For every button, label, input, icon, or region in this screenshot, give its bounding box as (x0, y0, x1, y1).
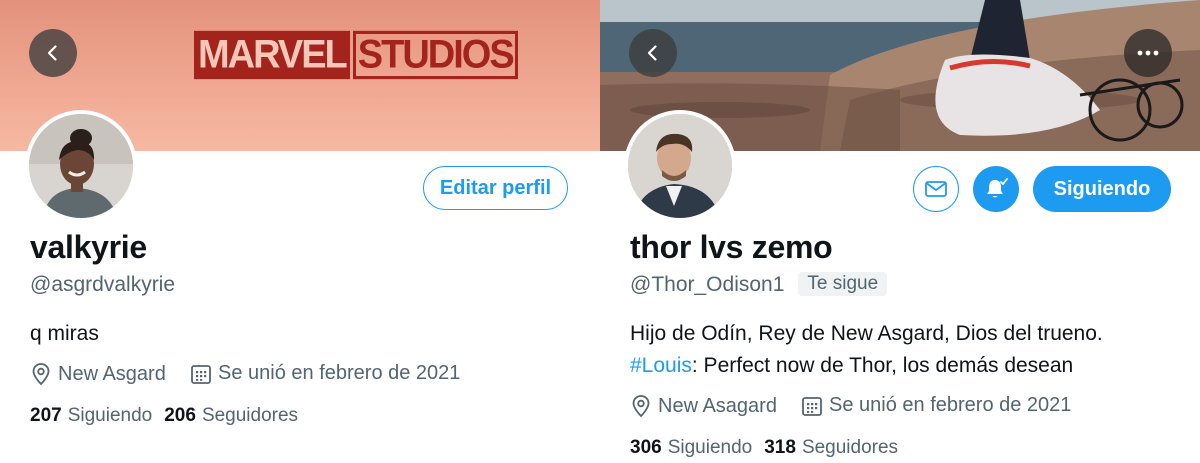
followers-link[interactable]: 318 Seguidores (764, 437, 898, 459)
hashtag-link[interactable]: #Louis (630, 354, 692, 377)
marvel-studios-logo: MARVEL STUDIOS (194, 30, 518, 80)
notifications-button[interactable] (973, 166, 1019, 212)
profile-handle: @asgrdvalkyrie (30, 273, 176, 296)
profile-handle: @Thor_Odison1 (630, 273, 785, 296)
left-profile-panel: MARVEL STUDIOS Editar perfil valkyrie @a… (0, 0, 600, 463)
back-button[interactable] (29, 29, 77, 77)
avatar-image (29, 114, 133, 218)
follows-you-badge: Te sigue (798, 272, 888, 296)
calendar-icon (802, 396, 822, 416)
followers-link[interactable]: 206 Seguidores (164, 405, 298, 427)
message-button[interactable] (913, 166, 959, 212)
profile-joined: Se unió en febrero de 2021 (801, 394, 1071, 417)
avatar-image (628, 114, 732, 218)
profile-name: thor lvs zemo (630, 229, 833, 265)
location-pin-icon (32, 363, 50, 386)
more-options-button[interactable] (1124, 29, 1172, 77)
calendar-icon (191, 364, 211, 384)
profile-counts: 306 Siguiendo 318 Seguidores (630, 437, 898, 459)
chevron-left-icon (647, 45, 657, 61)
chevron-left-icon (47, 45, 57, 61)
profile-bio: Hijo de Odín, Rey de New Asgard, Dios de… (630, 322, 1103, 377)
following-button[interactable]: Siguiendo (1033, 166, 1171, 212)
avatar[interactable] (25, 110, 137, 222)
more-horizontal-icon (1137, 50, 1159, 56)
profile-bio: q miras (30, 322, 99, 345)
profile-joined: Se unió en febrero de 2021 (190, 362, 460, 385)
location-pin-icon (632, 395, 650, 418)
mail-icon (925, 181, 947, 197)
profile-handle-row: @Thor_Odison1 Te sigue (630, 272, 888, 297)
avatar[interactable] (624, 110, 736, 222)
bell-check-icon (987, 178, 1008, 198)
profile-location: New Asgard (30, 362, 166, 386)
following-link[interactable]: 207 Siguiendo (30, 405, 152, 427)
right-profile-panel: Siguiendo thor lvs zemo @Thor_Odison1 Te… (600, 0, 1200, 463)
profile-location: New Asagard (630, 394, 777, 418)
following-link[interactable]: 306 Siguiendo (630, 437, 752, 459)
profile-counts: 207 Siguiendo 206 Seguidores (30, 405, 298, 427)
edit-profile-button[interactable]: Editar perfil (423, 166, 568, 210)
back-button[interactable] (629, 29, 677, 77)
profile-name: valkyrie (30, 229, 147, 265)
